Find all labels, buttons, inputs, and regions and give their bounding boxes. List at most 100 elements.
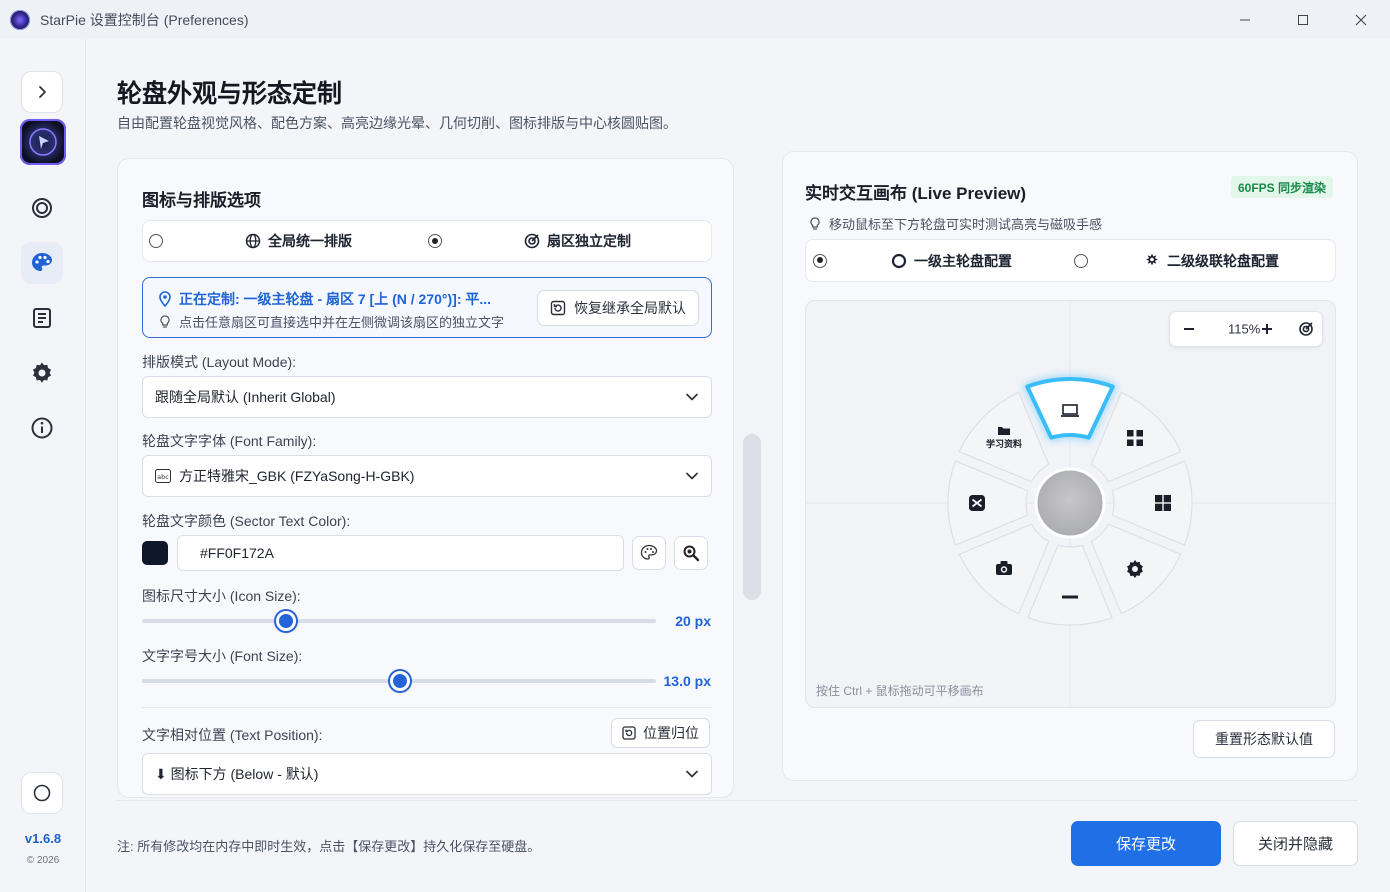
zoom-level: 115% <box>1228 321 1261 337</box>
save-button[interactable]: 保存更改 <box>1071 821 1221 866</box>
text-position-value: ⬇ 图标下方 (Below - 默认) <box>155 766 319 782</box>
theme-toggle-button[interactable] <box>21 772 63 814</box>
sector-hint-text: 点击任意扇区可直接选中并在左侧微调该扇区的独立文字 <box>179 315 505 330</box>
app-version: v1.6.8 <box>24 831 62 846</box>
page-subtitle: 自由配置轮盘视觉风格、配色方案、高亮边缘光晕、几何切削、图标排版与中心核圆贴图。 <box>117 115 677 131</box>
icon-size-slider-thumb[interactable] <box>275 611 296 631</box>
text-color-swatch[interactable] <box>142 541 168 565</box>
palette-icon <box>32 253 52 271</box>
minimize-icon <box>1240 19 1250 20</box>
sidebar-item-wheel[interactable] <box>21 187 63 229</box>
radio-secondary-wheel[interactable] <box>1074 253 1088 268</box>
chevron-down-icon <box>686 393 698 401</box>
current-sector-text: 正在定制: 一级主轮盘 - 扇区 7 [上 (N / 270°)]: 平... <box>179 291 492 307</box>
option-label: 二级级联轮盘配置 <box>1167 252 1279 269</box>
position-reset-label: 位置归位 <box>643 725 699 741</box>
recenter-target-icon[interactable] <box>1298 321 1314 337</box>
font-abc-icon: abc <box>155 469 171 483</box>
font-size-label: 文字字号大小 (Font Size): <box>142 648 303 664</box>
target-icon <box>524 233 540 249</box>
copyright-year: © 2026 <box>26 855 60 866</box>
radio-primary-wheel[interactable] <box>813 253 827 268</box>
palette-icon <box>640 544 658 560</box>
layout-scope-selector: 全局统一排版 扇区独立定制 <box>142 220 712 262</box>
text-color-label: 轮盘文字颜色 (Sector Text Color): <box>142 513 351 529</box>
zoom-in-button[interactable] <box>1260 322 1274 336</box>
layout-mode-select[interactable]: 跟随全局默认 (Inherit Global) <box>142 376 712 418</box>
minimize-icon <box>1062 595 1078 599</box>
chevron-right-icon <box>39 86 46 98</box>
radio-global-layout[interactable] <box>149 234 163 248</box>
fps-badge: 60FPS 同步渲染 <box>1230 176 1333 198</box>
zoom-out-button[interactable] <box>1182 322 1196 336</box>
option-primary-wheel[interactable]: 一级主轮盘配置 <box>806 240 1071 281</box>
restore-global-default-button[interactable]: 恢复继承全局默认 <box>537 290 699 326</box>
preview-title: 实时交互画布 (Live Preview) <box>805 184 1027 203</box>
reset-shape-default-button[interactable]: 重置形态默认值 <box>1193 720 1335 758</box>
position-reset-button[interactable]: 位置归位 <box>611 718 710 748</box>
text-position-select[interactable]: ⬇ 图标下方 (Below - 默认) <box>142 753 712 795</box>
globe-icon <box>245 233 261 249</box>
sidebar-toggle-button[interactable] <box>21 71 63 113</box>
lightbulb-icon <box>810 216 820 230</box>
sidebar-item-settings[interactable] <box>21 352 63 394</box>
live-preview-panel: 实时交互画布 (Live Preview) 60FPS 同步渲染 移动鼠标至下方… <box>782 151 1358 781</box>
window-title: StarPie 设置控制台 (Preferences) <box>40 11 249 28</box>
sidebar-item-document[interactable] <box>21 297 63 339</box>
lightbulb-icon <box>160 314 170 328</box>
starpie-logo-icon <box>29 128 57 156</box>
current-sector-info: 正在定制: 一级主轮盘 - 扇区 7 [上 (N / 270°)]: 平... … <box>142 277 712 338</box>
ring-icon <box>32 198 52 218</box>
option-sector-custom[interactable]: 扇区独立定制 <box>428 221 713 261</box>
text-color-value: #FF0F172A <box>200 545 274 561</box>
layout-mode-value: 跟随全局默认 (Inherit Global) <box>155 389 336 405</box>
left-panel-scrollbar[interactable] <box>743 434 761 600</box>
maximize-button[interactable] <box>1274 0 1332 39</box>
option-secondary-wheel[interactable]: 二级级联轮盘配置 <box>1071 240 1337 281</box>
color-picker-button[interactable] <box>632 536 666 570</box>
option-label: 扇区独立定制 <box>547 233 631 249</box>
option-label: 一级主轮盘配置 <box>914 252 1012 269</box>
icon-size-value: 20 px <box>675 613 711 629</box>
pie-wheel-preview[interactable]: 学习资料 <box>806 301 1336 708</box>
font-size-slider-thumb[interactable] <box>390 671 411 691</box>
sidebar-item-about[interactable] <box>21 407 63 449</box>
map-pin-icon <box>159 291 171 307</box>
close-and-hide-button[interactable]: 关闭并隐藏 <box>1233 821 1358 866</box>
option-label: 全局统一排版 <box>268 233 352 249</box>
title-bar: StarPie 设置控制台 (Preferences) <box>0 0 1390 39</box>
text-color-input[interactable]: #FF0F172A <box>177 535 624 571</box>
restore-icon <box>550 300 566 316</box>
icon-size-label: 图标尺寸大小 (Icon Size): <box>142 588 301 604</box>
font-family-value: 方正特雅宋_GBK (FZYaSong-H-GBK) <box>179 468 415 484</box>
sector-label: 学习资料 <box>986 438 1022 450</box>
circle-icon <box>33 784 51 802</box>
wheel-sector[interactable] <box>1025 377 1115 440</box>
footer-divider <box>117 800 1358 801</box>
sidebar-item-appearance[interactable] <box>21 242 63 284</box>
chevron-down-icon <box>686 472 698 480</box>
svg-text:abc: abc <box>157 473 169 481</box>
magnifier-icon <box>683 545 700 562</box>
icon-layout-panel: 图标与排版选项 全局统一排版 扇区独立定制 正在定制: 一级主轮盘 - 扇区 7… <box>117 158 734 798</box>
app-avatar <box>20 119 66 165</box>
eyedropper-button[interactable] <box>674 536 708 570</box>
zoom-controls: 115% <box>1169 311 1323 347</box>
layout-mode-label: 排版模式 (Layout Mode): <box>142 354 297 370</box>
ring-icon <box>891 253 907 268</box>
document-icon <box>33 308 51 328</box>
font-family-select[interactable]: abc 方正特雅宋_GBK (FZYaSong-H-GBK) <box>142 455 712 497</box>
minimize-button[interactable] <box>1216 0 1274 39</box>
radio-sector-custom[interactable] <box>428 234 442 248</box>
close-window-button[interactable] <box>1332 0 1390 39</box>
panel-title: 图标与排版选项 <box>142 191 261 210</box>
restore-icon <box>622 726 636 740</box>
text-position-label: 文字相对位置 (Text Position): <box>142 727 323 743</box>
canvas-pan-hint: 按住 Ctrl + 鼠标拖动可平移画布 <box>816 684 984 698</box>
wheel-center-hub <box>1034 467 1106 539</box>
option-global-layout[interactable]: 全局统一排版 <box>143 221 428 261</box>
burst-icon <box>1146 253 1158 265</box>
font-size-value: 13.0 px <box>663 673 711 689</box>
preview-canvas[interactable]: 学习资料 115% 按住 Ctrl + 鼠标拖动可平移画布 <box>805 300 1336 708</box>
icon-size-slider[interactable] <box>142 619 656 623</box>
